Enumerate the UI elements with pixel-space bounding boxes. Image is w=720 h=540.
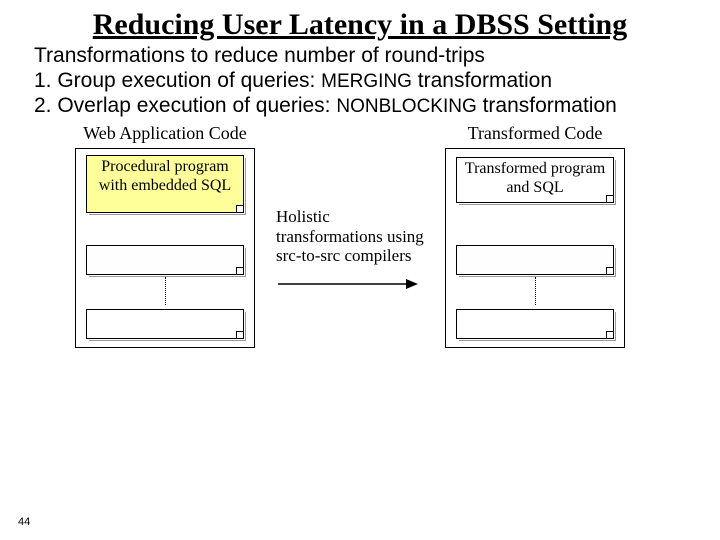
- item-2: 2. Overlap execution of queries: NONBLOC…: [34, 93, 686, 119]
- left-stack-label: Web Application Code: [60, 123, 270, 144]
- diagram: Web Application Code Procedural program …: [0, 123, 720, 383]
- item-1: 1. Group execution of queries: MERGING t…: [34, 68, 686, 94]
- slide-title: Reducing User Latency in a DBSS Setting: [0, 0, 720, 43]
- right-block-3: [456, 309, 614, 339]
- left-block-3: [86, 309, 244, 339]
- left-block-1: Procedural program with embedded SQL: [86, 155, 244, 213]
- item2-keyword: NONBLOCKING: [336, 96, 476, 117]
- right-column: Transformed Code Transformed program and…: [430, 123, 640, 348]
- item2-post: transformation: [477, 94, 617, 117]
- left-block-2: [86, 245, 244, 275]
- fold-icon: [606, 195, 613, 202]
- item1-pre: 1. Group execution of queries:: [34, 69, 321, 92]
- fold-icon: [236, 205, 243, 212]
- left-block-1-text: Procedural program with embedded SQL: [99, 158, 231, 193]
- fold-icon: [236, 331, 243, 338]
- right-stack: Transformed program and SQL: [445, 148, 625, 348]
- dotted-connector: [535, 277, 536, 305]
- item1-keyword: MERGING: [321, 71, 412, 92]
- right-block-1: Transformed program and SQL: [456, 157, 614, 203]
- intro-line: Transformations to reduce number of roun…: [34, 43, 686, 68]
- right-stack-label: Transformed Code: [430, 123, 640, 144]
- middle-caption: Holistic transformations using src-to-sr…: [276, 207, 424, 266]
- page-number: 44: [18, 516, 30, 528]
- item2-pre: 2. Overlap execution of queries:: [34, 94, 336, 117]
- item1-post: transformation: [412, 69, 552, 92]
- fold-icon: [606, 331, 613, 338]
- dotted-connector: [165, 277, 166, 305]
- right-block-2: [456, 245, 614, 275]
- left-stack: Procedural program with embedded SQL: [75, 148, 255, 348]
- left-column: Web Application Code Procedural program …: [60, 123, 270, 348]
- body-text: Transformations to reduce number of roun…: [0, 43, 720, 120]
- right-block-1-text: Transformed program and SQL: [465, 160, 605, 195]
- fold-icon: [606, 267, 613, 274]
- fold-icon: [236, 267, 243, 274]
- arrow-icon: [278, 277, 418, 291]
- slide: Reducing User Latency in a DBSS Setting …: [0, 0, 720, 540]
